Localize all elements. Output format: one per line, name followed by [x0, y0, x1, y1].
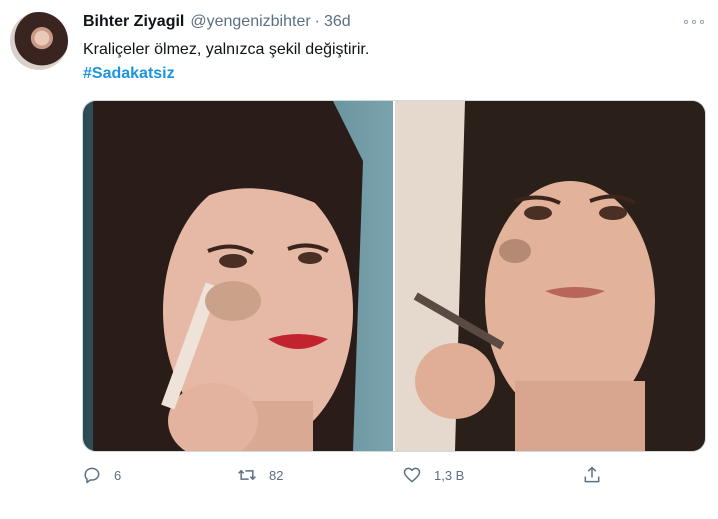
retweet-count: 82	[269, 467, 284, 483]
tweet-text: Kraliçeler ölmez, yalnızca şekil değişti…	[83, 41, 370, 58]
like-button[interactable]: 1,3 B	[402, 460, 464, 490]
reply-icon	[84, 467, 100, 484]
reply-count: 6	[114, 467, 122, 483]
more-icon[interactable]	[684, 16, 704, 28]
retweet-button[interactable]: 82	[237, 460, 283, 490]
heart-icon	[403, 467, 421, 483]
media-grid	[82, 100, 706, 452]
display-name[interactable]: Bihter Ziyagil	[83, 13, 184, 31]
separator-dot: ·	[314, 13, 320, 30]
photo-right[interactable]	[395, 101, 705, 451]
photo-left-image	[93, 101, 363, 451]
like-count: 1,3 B	[434, 467, 465, 483]
photo-right-image	[395, 101, 705, 451]
tweet-header: Bihter Ziyagil @yengenizbihter · 36d	[83, 13, 351, 35]
tweet[interactable]: Bihter Ziyagil @yengenizbihter · 36d Kra…	[0, 0, 718, 519]
avatar[interactable]	[10, 12, 68, 70]
share-button[interactable]	[582, 460, 602, 490]
share-icon	[584, 466, 600, 483]
handle[interactable]: @yengenizbihter	[190, 13, 310, 31]
reply-button[interactable]: 6	[82, 460, 121, 490]
timestamp[interactable]: 36d	[324, 13, 351, 31]
photo-left[interactable]	[83, 101, 393, 451]
hashtag-link[interactable]: #Sadakatsiz	[83, 65, 175, 83]
action-bar: 6 82 1,3 B	[82, 460, 622, 490]
retweet-icon	[238, 469, 256, 481]
